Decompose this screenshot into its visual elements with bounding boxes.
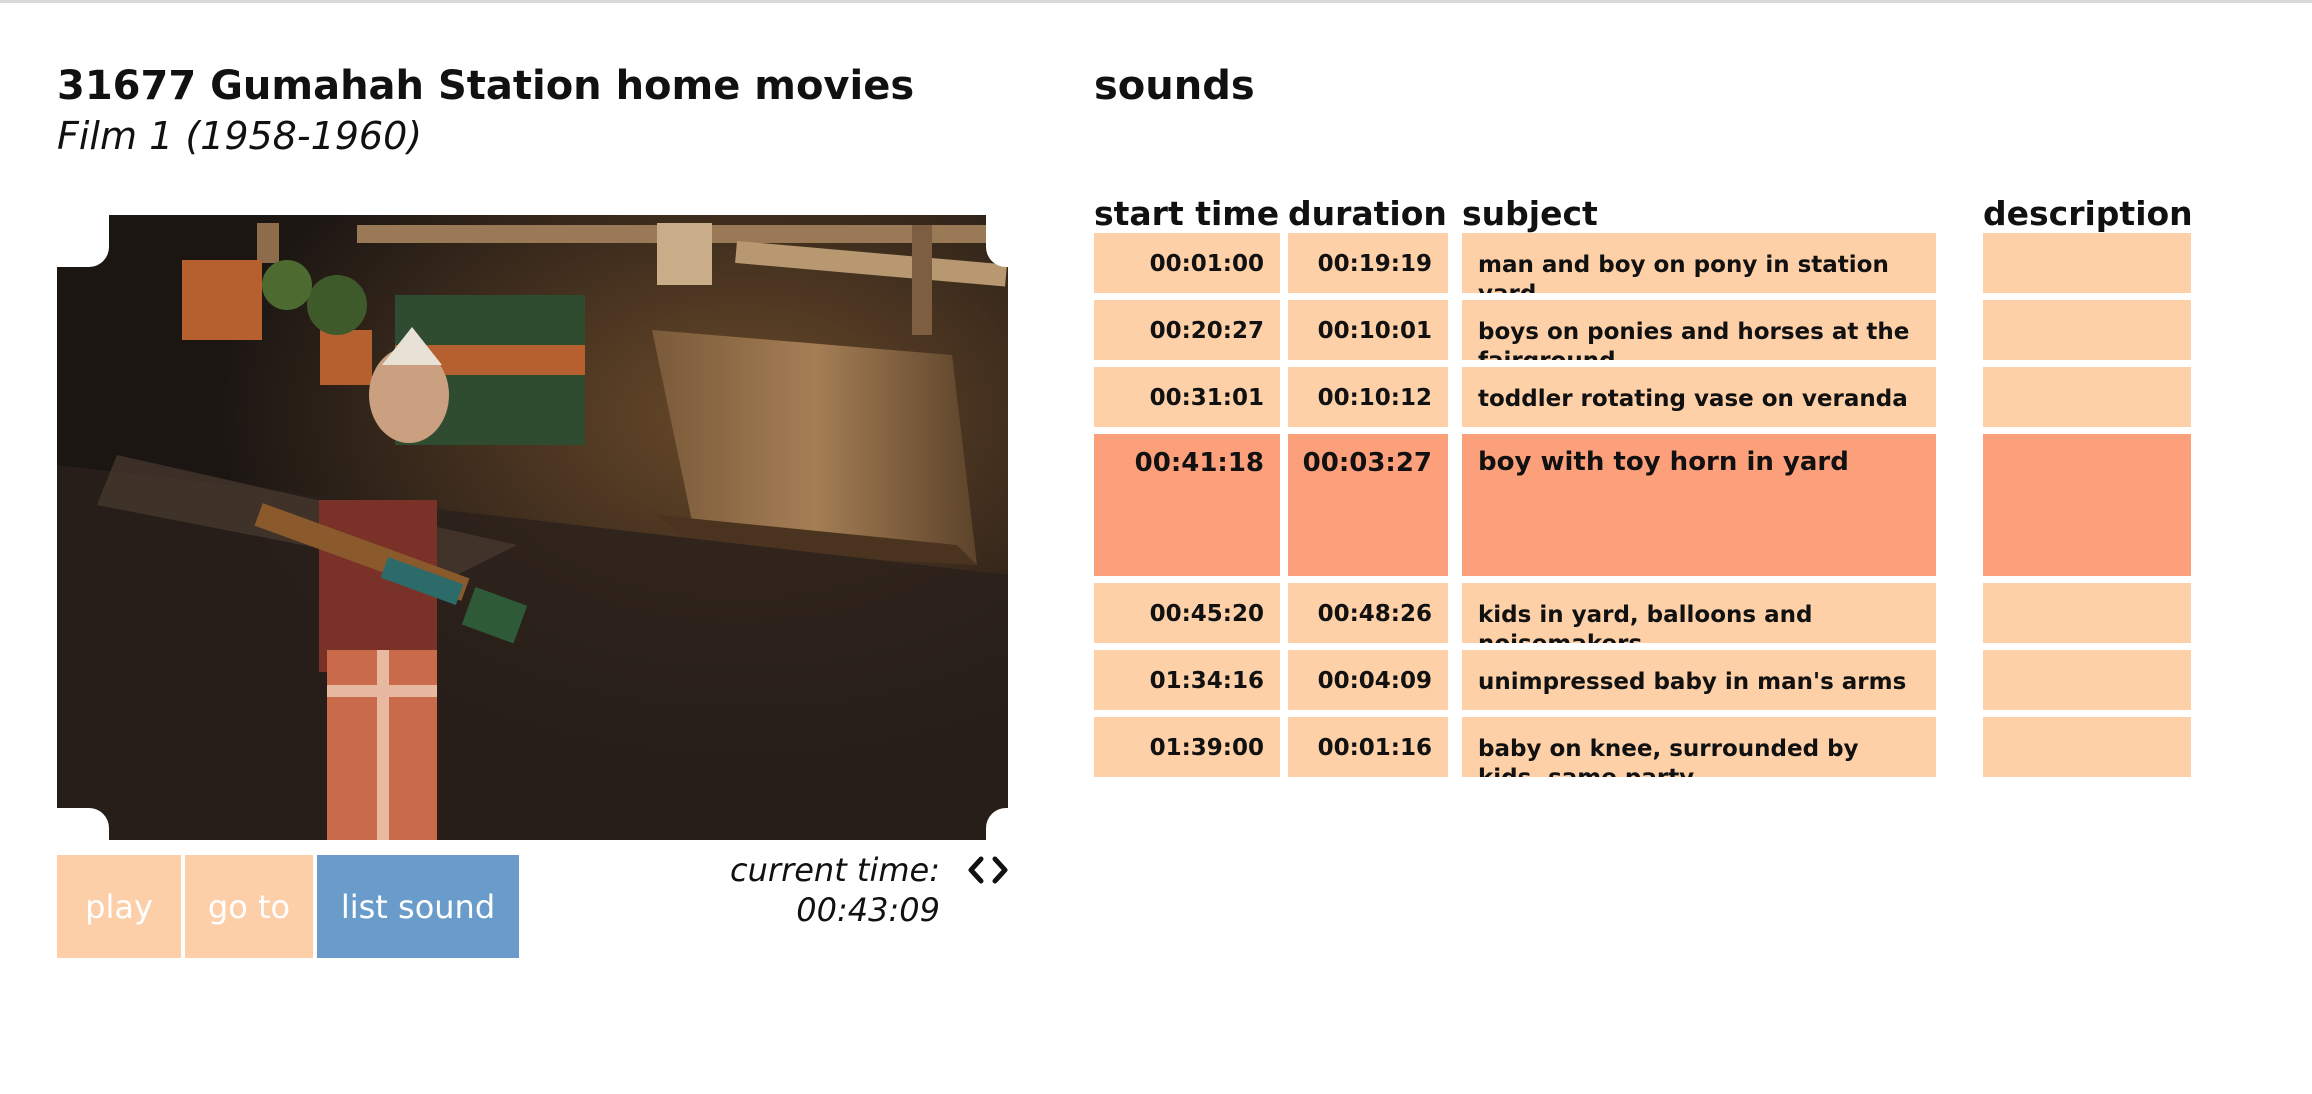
cell-subject: toddler rotating vase on veranda [1462, 367, 1936, 427]
column-header-description: description [1983, 194, 2193, 233]
cell-start-time: 00:45:20 [1094, 583, 1280, 643]
cell-description [1983, 650, 2191, 710]
cell-duration: 00:48:26 [1288, 583, 1448, 643]
column-header-subject: subject [1462, 194, 1598, 233]
chevron-right-icon [992, 856, 1008, 884]
player-controls: play go to list sound [57, 855, 519, 958]
cell-duration: 00:10:12 [1288, 367, 1448, 427]
frame-step-controls [966, 852, 1010, 888]
cell-duration: 00:10:01 [1288, 300, 1448, 360]
cell-description [1983, 300, 2191, 360]
cell-description [1983, 367, 2191, 427]
film-corner [57, 808, 109, 840]
cell-subject: boy with toy horn in yard [1462, 434, 1936, 576]
cell-description [1983, 717, 2191, 777]
current-time-readout: current time: 00:43:09 [730, 851, 940, 929]
go-to-button[interactable]: go to [185, 855, 313, 958]
cell-description [1983, 583, 2191, 643]
column-header-duration: duration [1288, 194, 1447, 233]
film-corner [57, 215, 109, 267]
cell-subject: baby on knee, surrounded by kids, same p… [1462, 717, 1936, 777]
cell-description [1983, 233, 2191, 293]
step-back-button[interactable] [966, 852, 986, 888]
cell-start-time: 00:41:18 [1094, 434, 1280, 576]
cell-description [1983, 434, 2191, 576]
film-corner [986, 215, 1008, 267]
video-still [57, 215, 1008, 840]
cell-start-time: 00:20:27 [1094, 300, 1280, 360]
cell-subject: man and boy on pony in station yard [1462, 233, 1936, 293]
cell-start-time: 01:34:16 [1094, 650, 1280, 710]
list-sound-button[interactable]: list sound [317, 855, 519, 958]
film-subtitle: Film 1 (1958-1960) [57, 114, 423, 158]
film-header: 31677 Gumahah Station home movies Film 1… [57, 60, 1012, 160]
cell-duration: 00:01:16 [1288, 717, 1448, 777]
video-player[interactable] [57, 215, 1008, 840]
page-title: 31677 Gumahah Station home movies [57, 63, 915, 109]
play-button[interactable]: play [57, 855, 181, 958]
step-forward-button[interactable] [990, 852, 1010, 888]
cell-duration: 00:04:09 [1288, 650, 1448, 710]
cell-start-time: 00:01:00 [1094, 233, 1280, 293]
top-divider [0, 0, 2312, 3]
column-header-start-time: start time [1094, 194, 1280, 233]
cell-subject: unimpressed baby in man's arms [1462, 650, 1936, 710]
cell-duration: 00:19:19 [1288, 233, 1448, 293]
cell-subject: boys on ponies and horses at the fairgro… [1462, 300, 1936, 360]
sounds-heading: sounds [1094, 63, 1255, 109]
cell-duration: 00:03:27 [1288, 434, 1448, 576]
cell-start-time: 01:39:00 [1094, 717, 1280, 777]
cell-start-time: 00:31:01 [1094, 367, 1280, 427]
cell-subject: kids in yard, balloons and noisemakers [1462, 583, 1936, 643]
chevron-left-icon [968, 856, 984, 884]
